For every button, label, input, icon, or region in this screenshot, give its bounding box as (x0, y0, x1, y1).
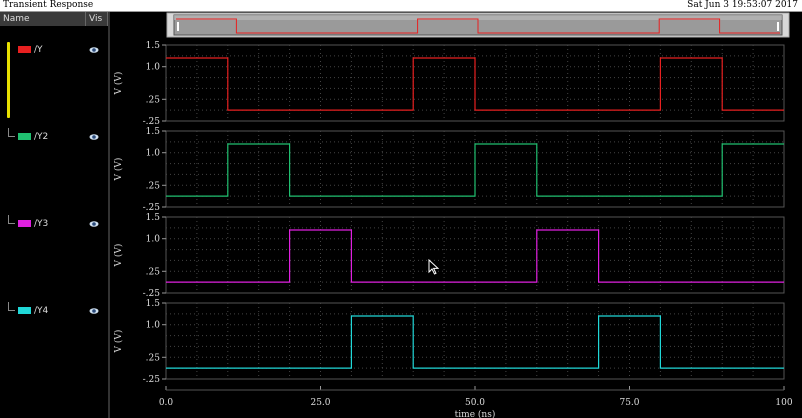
y-tick-label: 1.0 (146, 235, 161, 245)
panel-3[interactable]: 1.5 1.0 .25 -.25 V (V) (113, 213, 785, 299)
x-tick-label: 50.0 (465, 398, 485, 408)
panel-4[interactable]: 1.5 1.0 .25 -.25 V (V) (113, 299, 785, 385)
x-axis-label: time (ns) (455, 409, 496, 418)
y-tick-label: 1.0 (146, 321, 161, 331)
y-tick-label: 1.0 (146, 149, 161, 159)
x-scrollbar[interactable] (166, 12, 790, 38)
mouse-pointer-icon (428, 259, 440, 275)
panels: 1.51.0.25-.25V (V)1.51.0.25-.25V (V)1.51… (113, 41, 785, 385)
y-tick-label: .25 (146, 95, 161, 105)
y-tick-label: .25 (146, 353, 161, 363)
x-tick-label: 100 (775, 398, 792, 408)
y-axis-label: V (V) (113, 330, 124, 354)
y-tick-label: 1.5 (146, 299, 161, 309)
y-tick-label: -.25 (143, 375, 161, 385)
x-tick-label: 0.0 (159, 398, 174, 408)
x-axis: 0.0 25.0 50.0 75.0 100 time (ns) (159, 386, 793, 418)
waveform-plot[interactable]: 1.51.0.25-.25V (V)1.51.0.25-.25V (V)1.51… (0, 0, 802, 418)
y-tick-label: -.25 (143, 117, 161, 127)
y-axis-label: V (V) (113, 158, 124, 182)
scrollbar-right-grip[interactable] (777, 22, 779, 31)
panel-1[interactable]: 1.5 1.0 .25 -.25 V (V) (113, 41, 785, 127)
y-tick-label: 1.5 (146, 213, 161, 223)
y-tick-label: 1.0 (146, 63, 161, 73)
x-tick-label: 75.0 (619, 398, 639, 408)
x-tick-label: 25.0 (310, 398, 330, 408)
panel-2[interactable]: 1.5 1.0 .25 -.25 V (V) (113, 127, 785, 213)
y-tick-label: -.25 (143, 203, 161, 213)
scrollbar-left-grip[interactable] (177, 22, 179, 31)
y-axis-label: V (V) (113, 244, 124, 268)
y-axis-label: V (V) (113, 72, 124, 96)
y-tick-label: 1.5 (146, 41, 161, 51)
y-tick-label: .25 (146, 267, 161, 277)
y-tick-label: 1.5 (146, 127, 161, 137)
y-tick-label: -.25 (143, 289, 161, 299)
y-tick-label: .25 (146, 181, 161, 191)
